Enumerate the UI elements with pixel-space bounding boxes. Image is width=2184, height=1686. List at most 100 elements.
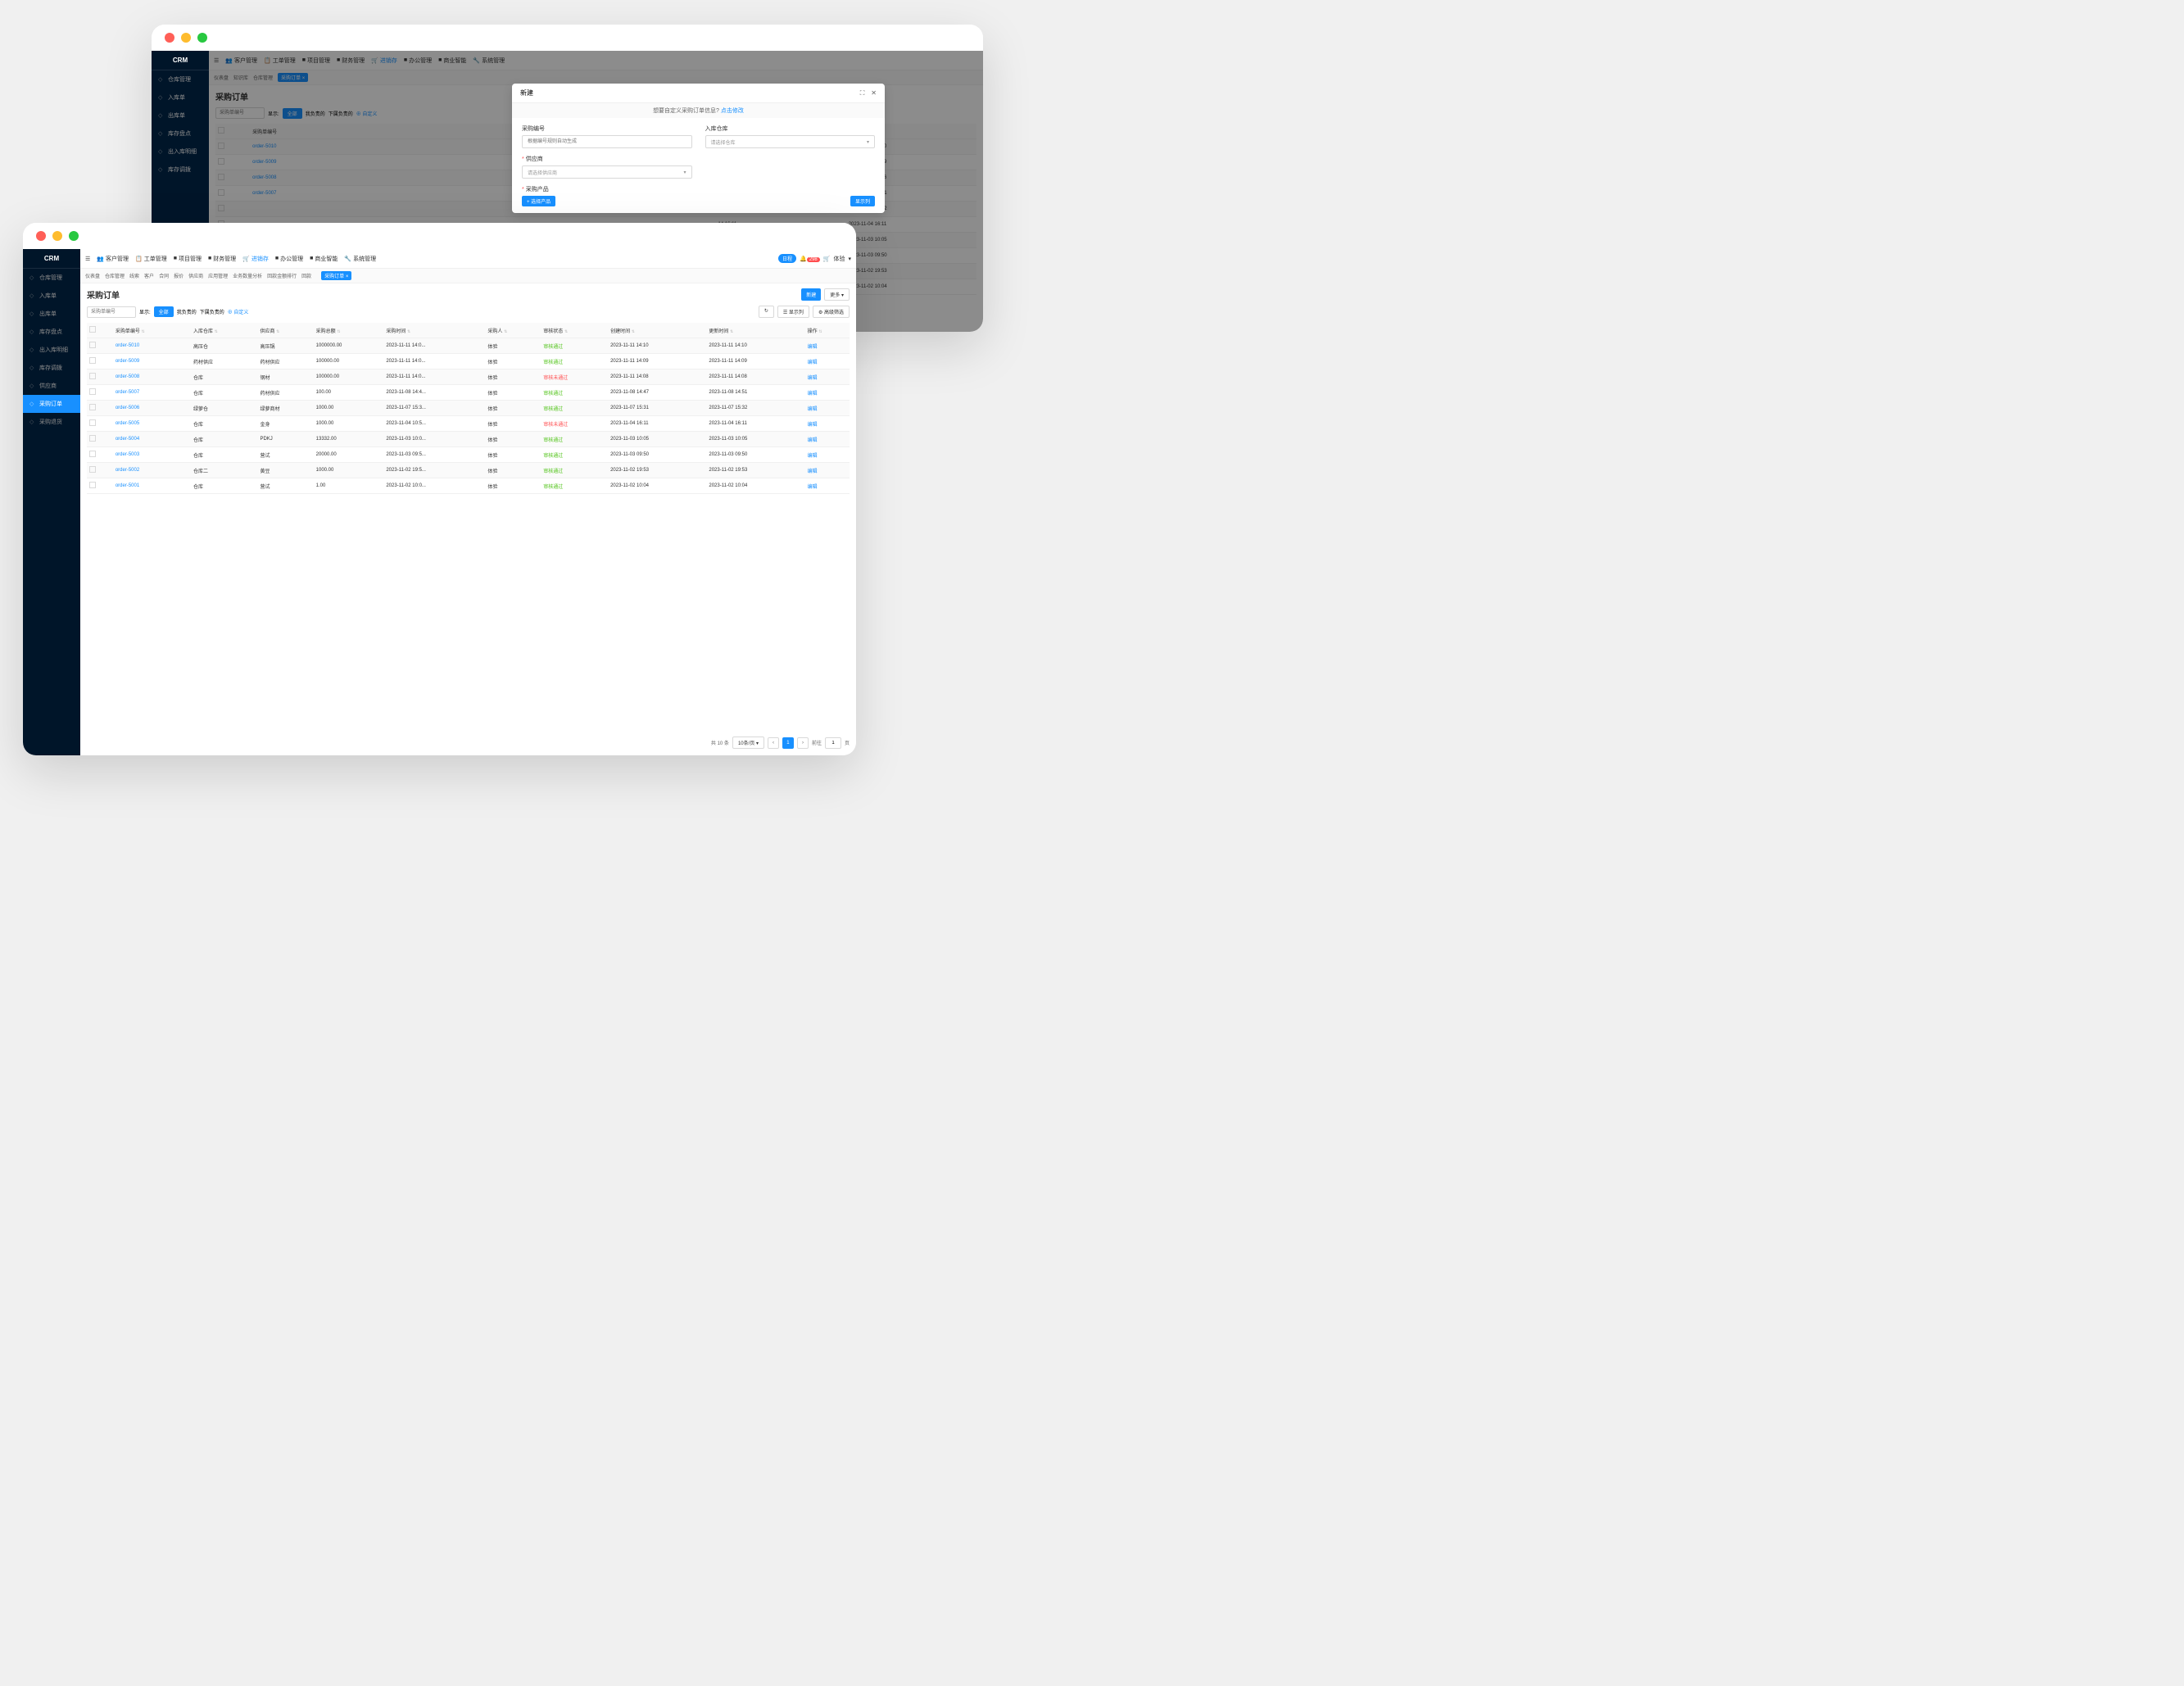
crumb[interactable]: 报价 xyxy=(174,274,184,279)
refresh-button[interactable]: ↻ xyxy=(759,306,774,318)
order-link[interactable]: order-5001 xyxy=(116,483,139,488)
order-link[interactable]: order-5005 xyxy=(116,421,139,426)
row-checkbox[interactable] xyxy=(89,419,96,426)
cart-icon[interactable]: 🛒 xyxy=(823,256,831,262)
order-link[interactable]: order-5002 xyxy=(116,468,139,473)
nav-item[interactable]: ■ 财务管理 xyxy=(208,255,236,263)
edit-link[interactable]: 编辑 xyxy=(808,423,818,428)
nav-item[interactable]: 📋 工单管理 xyxy=(135,255,167,263)
schedule-tag[interactable]: 日程 xyxy=(778,254,796,263)
sidebar-item[interactable]: ◇采购订单 xyxy=(23,395,80,413)
col-header[interactable]: 供应商 ⇅ xyxy=(257,323,313,338)
order-link[interactable]: order-5007 xyxy=(116,390,139,395)
order-link[interactable]: order-5004 xyxy=(116,437,139,442)
col-header[interactable]: 采购时间 ⇅ xyxy=(383,323,485,338)
col-header[interactable]: 更新时间 ⇅ xyxy=(706,323,804,338)
filter-all[interactable]: 全部 xyxy=(154,306,174,317)
edit-link[interactable]: 编辑 xyxy=(808,438,818,443)
nav-item[interactable]: 👥 客户管理 xyxy=(97,255,129,263)
sidebar-item[interactable]: ◇出入库明细 xyxy=(23,341,80,359)
filter-sub[interactable]: 下属负责的 xyxy=(200,308,224,315)
col-header[interactable]: 入库仓库 ⇅ xyxy=(191,323,258,338)
crumb[interactable]: 业务数量分析 xyxy=(233,274,262,279)
nav-item[interactable]: 🔧 系统管理 xyxy=(344,255,376,263)
expand-icon[interactable]: ⛶ xyxy=(860,89,865,97)
row-checkbox[interactable] xyxy=(89,373,96,379)
crumb[interactable]: 合同 xyxy=(159,274,169,279)
warehouse-select[interactable]: 请选择仓库▾ xyxy=(705,135,876,148)
more-button[interactable]: 更多 ▾ xyxy=(824,288,850,301)
crumb[interactable]: 线索 xyxy=(129,274,139,279)
advanced-filter-button[interactable]: ⚙ 高级筛选 xyxy=(813,306,850,318)
nav-item-active[interactable]: 🛒 进销存 xyxy=(242,255,269,263)
row-checkbox[interactable] xyxy=(89,451,96,457)
page-current[interactable]: 1 xyxy=(782,737,794,749)
order-link[interactable]: order-5003 xyxy=(116,452,139,457)
goto-input[interactable] xyxy=(825,737,841,749)
sidebar-item[interactable]: ◇入库单 xyxy=(23,287,80,305)
per-page-select[interactable]: 10条/页 ▾ xyxy=(732,736,764,749)
sidebar-item[interactable]: ◇入库单 xyxy=(152,88,209,107)
minimize-dot[interactable] xyxy=(181,33,191,43)
order-link[interactable]: order-5006 xyxy=(116,406,139,410)
nav-item[interactable]: ■ 项目管理 xyxy=(174,255,202,263)
filter-custom[interactable]: ⊕ 自定义 xyxy=(228,308,249,315)
close-dot[interactable] xyxy=(165,33,174,43)
edit-link[interactable]: 编辑 xyxy=(808,407,818,412)
crumb-chip[interactable]: 采购订单 × xyxy=(321,271,351,280)
supplier-select[interactable]: 请选择供应商▾ xyxy=(522,165,692,179)
order-no-input[interactable] xyxy=(522,135,692,148)
crumb[interactable]: 回款 xyxy=(301,274,311,279)
sidebar-item[interactable]: ◇库存调拨 xyxy=(152,161,209,179)
crumb[interactable]: 仪表盘 xyxy=(85,274,100,279)
user-label[interactable]: 体验 xyxy=(833,255,845,263)
sidebar-item[interactable]: ◇出入库明细 xyxy=(152,143,209,161)
order-link[interactable]: order-5009 xyxy=(116,359,139,364)
edit-link[interactable]: 编辑 xyxy=(808,376,818,381)
bell-icon[interactable]: 🔔298 xyxy=(800,256,820,262)
crumb[interactable]: 客户 xyxy=(144,274,154,279)
col-header[interactable]: 采购人 ⇅ xyxy=(485,323,541,338)
edit-link[interactable]: 编辑 xyxy=(808,360,818,365)
close-icon[interactable]: ✕ xyxy=(871,89,877,97)
sidebar-item[interactable]: ◇库存盘点 xyxy=(23,323,80,341)
sidebar-item[interactable]: ◇仓库管理 xyxy=(152,70,209,88)
crumb[interactable]: 供应商 xyxy=(188,274,203,279)
checkbox-all[interactable] xyxy=(89,326,96,333)
maximize-dot[interactable] xyxy=(69,231,79,241)
filter-mine[interactable]: 我负责的 xyxy=(177,308,197,315)
maximize-dot[interactable] xyxy=(197,33,207,43)
edit-link[interactable]: 编辑 xyxy=(808,469,818,474)
sidebar-item[interactable]: ◇采购退货 xyxy=(23,413,80,431)
col-header[interactable]: 操作 ⇅ xyxy=(805,323,850,338)
col-header[interactable]: 审核状态 ⇅ xyxy=(541,323,608,338)
next-page[interactable]: › xyxy=(797,737,809,749)
close-dot[interactable] xyxy=(36,231,46,241)
nav-item[interactable]: ■ 商业智能 xyxy=(310,255,338,263)
row-checkbox[interactable] xyxy=(89,435,96,442)
sidebar-item[interactable]: ◇供应商 xyxy=(23,377,80,395)
edit-link[interactable]: 编辑 xyxy=(808,392,818,397)
edit-link[interactable]: 编辑 xyxy=(808,485,818,490)
select-product-button[interactable]: + 选择产品 xyxy=(522,196,555,206)
sidebar-item[interactable]: ◇仓库管理 xyxy=(23,269,80,287)
prev-page[interactable]: ‹ xyxy=(768,737,779,749)
row-checkbox[interactable] xyxy=(89,466,96,473)
sidebar-item[interactable]: ◇出库单 xyxy=(152,107,209,125)
col-header[interactable]: 采购单编号 ⇅ xyxy=(113,323,191,338)
menu-icon[interactable]: ☰ xyxy=(85,256,90,262)
minimize-dot[interactable] xyxy=(52,231,62,241)
search-input[interactable] xyxy=(87,306,136,318)
row-checkbox[interactable] xyxy=(89,357,96,364)
row-checkbox[interactable] xyxy=(89,388,96,395)
nav-item[interactable]: ■ 办公管理 xyxy=(275,255,303,263)
chevron-down-icon[interactable]: ▾ xyxy=(848,256,851,262)
col-header[interactable]: 创建时间 ⇅ xyxy=(608,323,706,338)
crumb[interactable]: 回款金额排行 xyxy=(267,274,297,279)
modal-banner-link[interactable]: 点击修改 xyxy=(721,108,744,114)
new-button[interactable]: 新建 xyxy=(801,288,821,301)
show-cols-button[interactable]: ☰ 显示列 xyxy=(777,306,809,318)
crumb[interactable]: 仓库管理 xyxy=(105,274,125,279)
col-header[interactable]: 采购总额 ⇅ xyxy=(314,323,384,338)
crumb[interactable]: 应用管理 xyxy=(208,274,228,279)
